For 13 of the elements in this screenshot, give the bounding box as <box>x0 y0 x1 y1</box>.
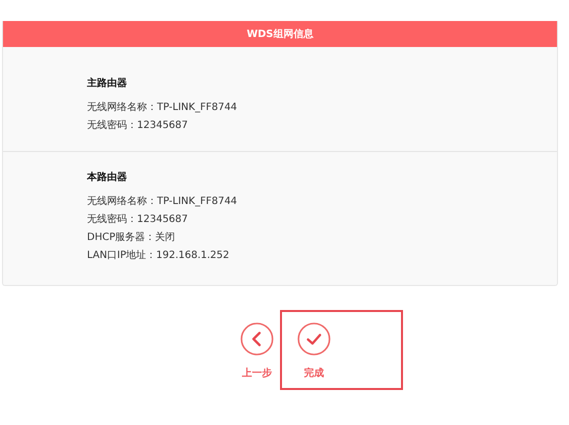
back-icon <box>240 322 274 356</box>
section-title: 主路由器 <box>87 76 128 90</box>
info-line: LAN口IP地址：192.168.1.252 <box>87 248 230 263</box>
header-title: WDS组网信息 <box>246 28 314 41</box>
info-line: 无线密码：12345687 <box>87 212 189 227</box>
back-button[interactable]: 上一步 <box>234 310 280 390</box>
section-title: 本路由器 <box>87 170 128 184</box>
check-icon <box>297 322 331 356</box>
info-line: 无线网络名称：TP-LINK_FF8744 <box>87 100 238 115</box>
info-line: DHCP服务器：关闭 <box>87 230 176 245</box>
info-line: 无线密码：12345687 <box>87 118 189 133</box>
finish-button[interactable]: 完成 <box>280 310 403 390</box>
info-line: 无线网络名称：TP-LINK_FF8744 <box>87 194 238 209</box>
